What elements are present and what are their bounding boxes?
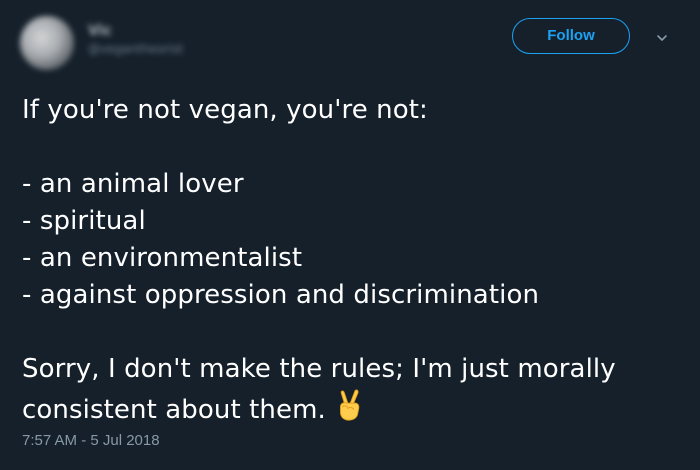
victory-hand-emoji-icon [339, 389, 360, 421]
follow-button[interactable]: Follow [512, 18, 630, 54]
tweet-line-intro: If you're not vegan, you're not: [22, 95, 428, 125]
tweet-closing-text: consistent about them. [22, 395, 326, 425]
tweet-closing-line-2: consistent about them. [22, 388, 682, 429]
author-name[interactable]: Vic [88, 22, 183, 40]
tweet-text: If you're not vegan, you're not: - an an… [22, 92, 682, 429]
tweet-list-item: - spiritual [22, 206, 146, 236]
tweet-list-item: - against oppression and discrimination [22, 280, 540, 310]
tweet-list-item: - an animal lover [22, 169, 244, 199]
tweet-closing-line: Sorry, I don't make the rules; I'm just … [22, 354, 616, 384]
tweet-header: Vic @vegantheorist Follow [20, 12, 680, 70]
author-handle[interactable]: @vegantheorist [88, 40, 183, 58]
tweet-list-item: - an environmentalist [22, 243, 303, 273]
tweet-timestamp[interactable]: 7:57 AM - 5 Jul 2018 [22, 432, 160, 449]
author-info[interactable]: Vic @vegantheorist [88, 22, 183, 58]
avatar[interactable] [20, 16, 74, 70]
chevron-down-icon[interactable] [656, 32, 668, 44]
